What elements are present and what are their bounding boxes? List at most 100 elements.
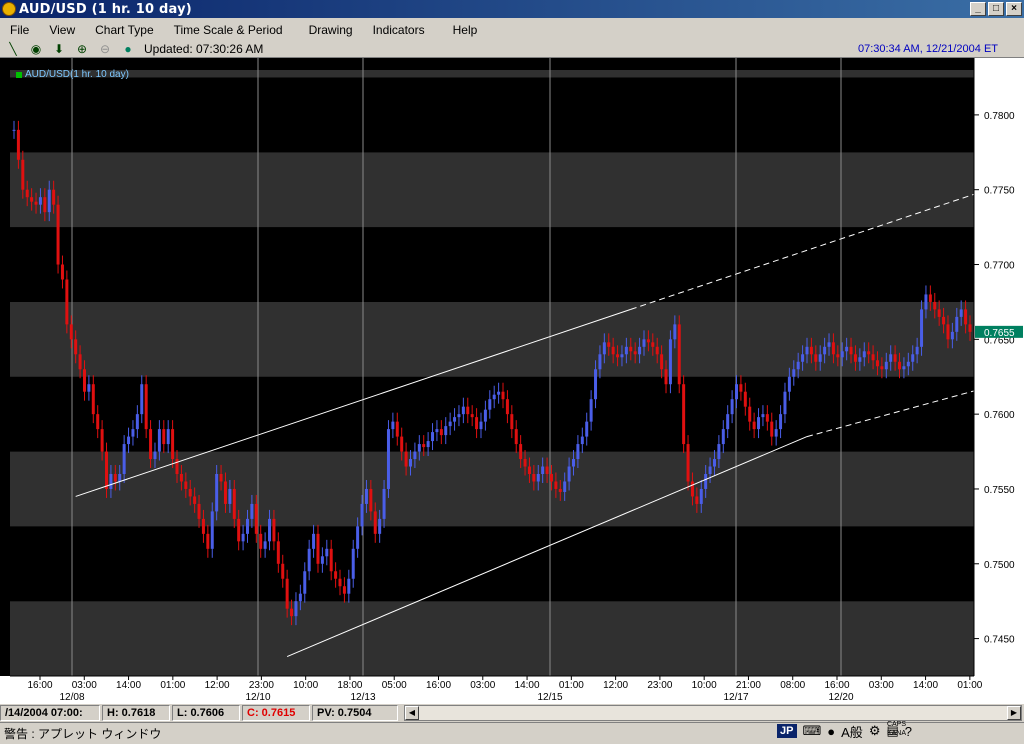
x-tick-label: 14:00 [116,680,141,691]
candle [356,526,360,549]
status-close: C: 0.7615 [242,705,310,721]
candle [25,189,29,198]
candle [774,429,778,437]
candle [849,346,853,355]
candle [435,429,439,433]
x-tick-label: 03:00 [869,680,894,691]
x-tick-label: 16:00 [426,680,451,691]
scroll-left-icon[interactable]: ◀ [405,706,419,720]
candle [660,354,664,370]
candle [34,201,38,205]
candle [549,474,553,482]
menu-chart-type[interactable]: Chart Type [85,23,163,37]
price-chart[interactable]: 0.78000.77500.77000.76500.76000.75500.75… [0,58,1024,704]
candle [594,369,598,400]
candle [946,324,950,340]
candle [193,496,197,504]
zoom-in-icon[interactable]: ⊕ [72,41,92,57]
candle [836,354,840,358]
status-pv: PV: 0.7504 [312,705,398,721]
y-tick-label: 0.7450 [984,635,1015,646]
candle [228,488,232,504]
candle [801,354,805,362]
candle [937,309,941,317]
menu-view[interactable]: View [39,23,85,37]
candle [149,429,153,460]
candle [210,511,214,549]
refresh-icon[interactable]: ● [118,41,138,57]
menu-time-scale[interactable]: Time Scale & Period [164,23,293,37]
candle [466,406,470,415]
candle [254,503,258,534]
menu-file[interactable]: File [0,23,39,37]
band [10,601,974,676]
candle [748,406,752,422]
candle [757,417,761,430]
x-date-label: 12/10 [245,692,270,703]
x-tick-label: 12:00 [205,680,230,691]
candle [268,518,272,542]
candle [545,466,549,474]
candle [770,421,774,437]
candle [338,578,342,587]
candle [501,391,505,400]
candle [395,421,399,437]
candle [347,578,351,594]
candle [968,324,972,332]
band [10,152,974,228]
current-price-label: 0.7655 [984,328,1015,339]
candle [272,518,276,542]
chart-area[interactable]: 0.7800 0.7750 0.7700 0.7650 0.7600 0.7550 0.75… [0,58,1024,704]
candle [704,474,708,489]
candle [893,354,897,362]
arrow-down-icon[interactable]: ⬇ [49,41,69,57]
ime-mode[interactable]: JP [777,724,797,738]
candle [708,466,712,474]
candle [475,417,479,430]
minimize-button[interactable]: _ [970,2,986,16]
close-button[interactable]: × [1006,2,1022,16]
candle [884,361,888,370]
crosshair-icon[interactable]: ◉ [26,41,46,57]
ime-pad-icon[interactable]: ● [827,724,835,739]
band [10,70,974,78]
candle [400,436,404,452]
x-tick-label: 08:00 [780,680,805,691]
x-tick-label: 18:00 [337,680,362,691]
candle [721,429,725,445]
maximize-button[interactable]: □ [988,2,1004,16]
candle [519,444,523,460]
candle [668,339,672,385]
candle [616,354,620,358]
menu-indicators[interactable]: Indicators [363,23,435,37]
clock: 07:30:34 AM, 12/21/2004 ET [857,43,998,55]
candle [576,444,580,460]
candle [96,414,100,430]
menu-drawing[interactable]: Drawing [299,23,363,37]
draw-line-icon[interactable]: ╲ [3,41,23,57]
candle [417,444,421,452]
zoom-out-icon[interactable]: ⊖ [95,41,115,57]
candle [611,346,615,355]
candle [585,421,589,437]
candle [959,309,963,317]
y-tick-label: 0.7700 [984,261,1015,272]
candle [858,357,862,362]
tools-icon[interactable]: ⚙ [869,723,881,739]
candle [527,466,531,474]
candle [16,129,20,160]
candle [82,369,86,392]
x-tick-label: 05:00 [382,680,407,691]
candle [312,533,316,549]
candle [12,129,16,131]
candle [598,354,602,370]
candle [924,294,928,310]
menu-help[interactable]: Help [443,23,488,37]
keyboard-icon[interactable]: ⌨ [803,723,822,739]
horizontal-scrollbar[interactable]: ◀ ▶ [404,705,1022,721]
candle [646,339,650,343]
scroll-right-icon[interactable]: ▶ [1007,706,1021,720]
band [10,526,974,602]
candle [752,421,756,430]
input-mode-icon[interactable]: A般 [841,722,863,741]
